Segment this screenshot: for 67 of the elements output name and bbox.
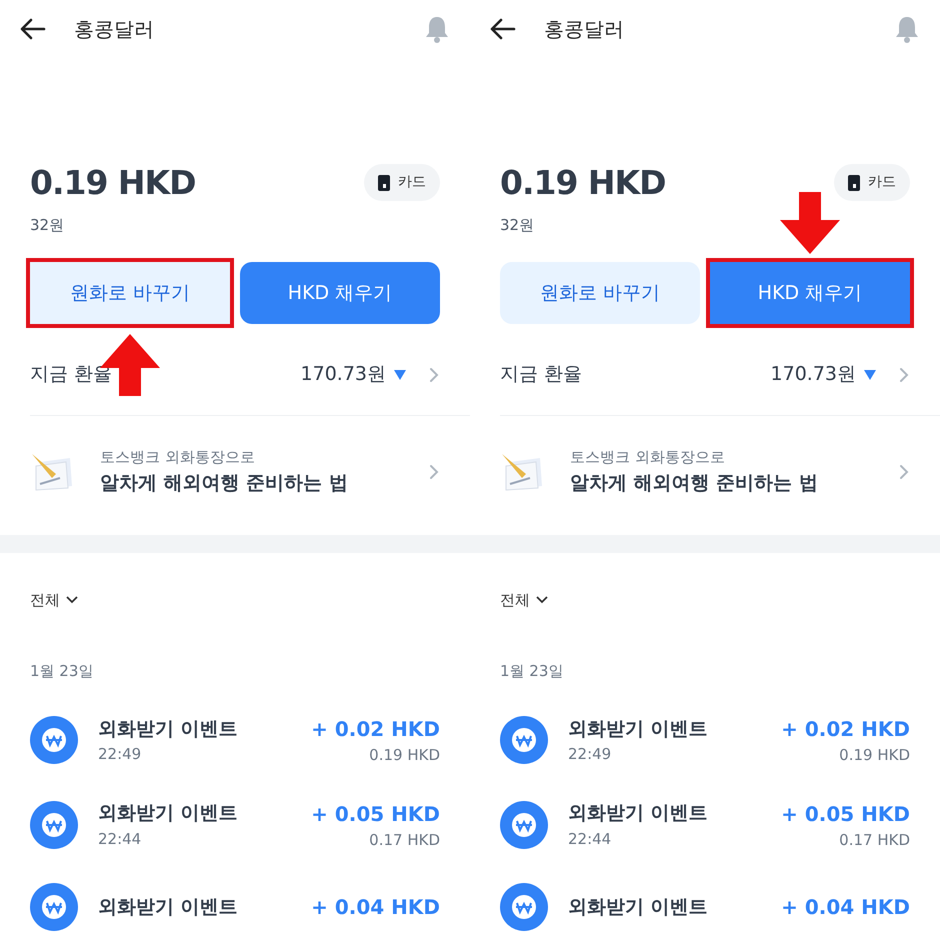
- convert-button[interactable]: 원화로 바꾸기: [500, 262, 700, 324]
- transaction-time: 22:44: [568, 828, 612, 850]
- won-coin-icon: [500, 883, 548, 931]
- promo-title[interactable]: 알차게 해외여행 준비하는 법: [570, 468, 898, 497]
- chevron-right-icon[interactable]: [898, 366, 910, 384]
- filter-dropdown[interactable]: 전체: [500, 589, 530, 612]
- won-coin-icon: [500, 716, 548, 764]
- transaction-amount: + 0.02 HKD: [311, 716, 440, 743]
- balance-krw: 32원: [29, 214, 66, 236]
- rate-value: 170.73원: [300, 362, 386, 388]
- balance-amount: 0.19 HKD: [500, 162, 666, 204]
- back-arrow-icon[interactable]: [490, 18, 516, 40]
- transaction-name: 외화받기 이벤트: [568, 894, 709, 920]
- promo-subtitle: 토스뱅크 외화통장으로: [100, 447, 256, 468]
- transaction-name: 외화받기 이벤트: [98, 801, 239, 826]
- rate-value: 170.73원: [770, 362, 856, 388]
- rate-label: 지금 환율: [500, 362, 584, 388]
- transaction-amount: + 0.05 HKD: [311, 800, 440, 828]
- down-triangle-icon: [864, 370, 876, 380]
- won-coin-icon: [30, 800, 78, 849]
- card-icon: [378, 174, 390, 191]
- transaction-balance: 0.19 HKD: [838, 745, 910, 766]
- transaction-amount: + 0.05 HKD: [781, 800, 910, 828]
- bell-icon[interactable]: [894, 15, 920, 43]
- transaction-amount: + 0.04 HKD: [311, 894, 440, 921]
- transaction-time: 22:44: [98, 828, 142, 850]
- chevron-right-icon[interactable]: [428, 366, 440, 384]
- date-header: 1월 23일: [499, 660, 564, 682]
- date-header: 1월 23일: [29, 660, 94, 682]
- transaction-balance: 0.17 HKD: [368, 830, 440, 850]
- screen-title: 홍콩달러: [74, 16, 154, 43]
- balance-amount: 0.19 HKD: [30, 162, 196, 204]
- won-coin-icon: [30, 716, 78, 764]
- chevron-right-icon[interactable]: [428, 462, 440, 480]
- transaction-name: 외화받기 이벤트: [568, 801, 709, 826]
- promo-title[interactable]: 알차게 해외여행 준비하는 법: [100, 468, 428, 497]
- fill-button[interactable]: HKD 채우기: [240, 262, 440, 324]
- transaction-name: 외화받기 이벤트: [98, 716, 239, 742]
- convert-button[interactable]: 원화로 바꾸기: [30, 262, 230, 324]
- annotation-arrow: [780, 192, 840, 254]
- back-arrow-icon[interactable]: [20, 18, 46, 40]
- transaction-name: 외화받기 이벤트: [568, 716, 709, 742]
- transaction-balance: 0.19 HKD: [368, 745, 440, 766]
- card-button[interactable]: 카드: [834, 164, 910, 202]
- screen-title: 홍콩달러: [544, 16, 624, 43]
- rate-label: 지금 환율: [30, 362, 114, 388]
- transaction-balance: 0.17 HKD: [838, 830, 910, 850]
- chevron-down-icon[interactable]: [66, 596, 78, 604]
- balance-krw: 32원: [499, 214, 536, 236]
- transaction-amount: + 0.04 HKD: [781, 894, 910, 921]
- memo-pencil-icon: [30, 452, 72, 492]
- down-triangle-icon: [394, 370, 406, 380]
- transaction-amount: + 0.02 HKD: [781, 716, 910, 743]
- transaction-name: 외화받기 이벤트: [98, 894, 239, 920]
- transaction-time: 22:49: [98, 744, 142, 766]
- card-button[interactable]: 카드: [364, 164, 440, 202]
- won-coin-icon: [30, 883, 78, 931]
- fill-button[interactable]: HKD 채우기: [710, 262, 910, 324]
- memo-pencil-icon: [500, 452, 542, 492]
- chevron-down-icon[interactable]: [536, 596, 548, 604]
- filter-dropdown[interactable]: 전체: [30, 589, 60, 612]
- won-coin-icon: [500, 800, 548, 849]
- chevron-right-icon[interactable]: [898, 462, 910, 480]
- transaction-time: 22:49: [568, 744, 612, 766]
- bell-icon[interactable]: [424, 15, 450, 43]
- promo-subtitle: 토스뱅크 외화통장으로: [570, 447, 726, 468]
- card-icon: [848, 174, 860, 191]
